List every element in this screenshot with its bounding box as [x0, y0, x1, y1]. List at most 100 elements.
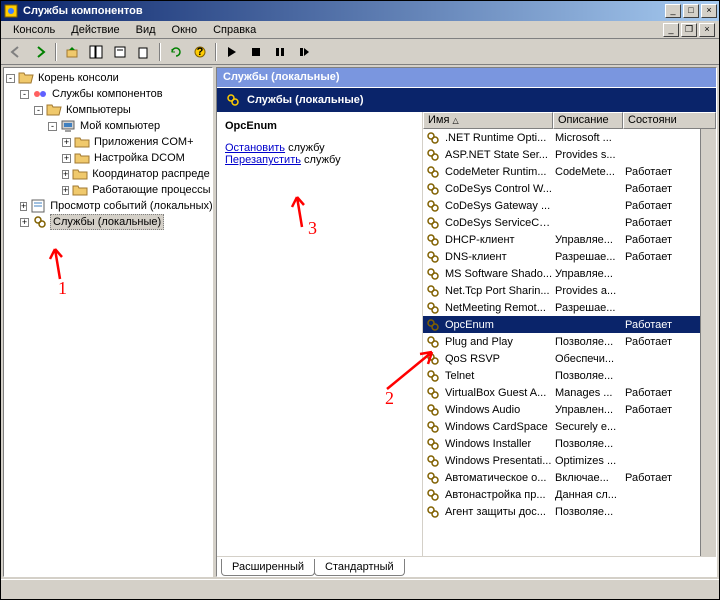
col-desc[interactable]: Описание [553, 112, 623, 129]
service-name: MS Software Shado... [443, 268, 553, 280]
maximize-button[interactable]: □ [683, 4, 699, 18]
service-row[interactable]: CoDeSys Control W...Работает [423, 180, 716, 197]
up-button[interactable] [61, 41, 83, 63]
menu-window[interactable]: Окно [164, 22, 206, 38]
menu-action[interactable]: Действие [63, 22, 127, 38]
stop-button[interactable] [245, 41, 267, 63]
service-name: Агент защиты дос... [443, 506, 553, 518]
service-row[interactable]: Windows InstallerПозволяе... [423, 435, 716, 452]
play-button[interactable] [221, 41, 243, 63]
tree-my-computer[interactable]: - Мой компьютер [6, 118, 210, 134]
service-name: DNS-клиент [443, 251, 553, 263]
tree-root[interactable]: - Корень консоли [6, 70, 210, 86]
service-name: Автоматическое о... [443, 472, 553, 484]
service-row[interactable]: Net.Tcp Port Sharin...Provides a... [423, 282, 716, 299]
service-state: Работает [623, 387, 683, 399]
service-row[interactable]: DNS-клиентРазрешае...Работает [423, 248, 716, 265]
tab-standard[interactable]: Стандартный [314, 559, 405, 576]
service-row[interactable]: CodeMeter Runtim...CodeMete...Работает [423, 163, 716, 180]
folder-icon [74, 134, 90, 150]
service-row[interactable]: ASP.NET State Ser...Provides s... [423, 146, 716, 163]
titlebar[interactable]: Службы компонентов _ □ × [1, 1, 719, 21]
service-row[interactable]: Plug and PlayПозволяе...Работает [423, 333, 716, 350]
service-row[interactable]: Windows CardSpaceSecurely e... [423, 418, 716, 435]
service-desc: Provides s... [553, 149, 623, 161]
tree-event-viewer[interactable]: + Просмотр событий (локальных) [6, 198, 210, 214]
scrollbar-vertical[interactable] [700, 129, 716, 556]
help-button[interactable]: ? [189, 41, 211, 63]
service-name: CodeMeter Runtim... [443, 166, 553, 178]
service-row[interactable]: Windows Presentati...Optimizes ... [423, 452, 716, 469]
twisty-icon[interactable]: + [62, 170, 69, 179]
properties-button[interactable] [109, 41, 131, 63]
menu-help[interactable]: Справка [205, 22, 264, 38]
computer-icon [60, 118, 76, 134]
tab-extended[interactable]: Расширенный [221, 559, 315, 576]
close-button[interactable]: × [701, 4, 717, 18]
list-body[interactable]: .NET Runtime Opti...Microsoft ...ASP.NET… [423, 129, 716, 556]
twisty-icon[interactable]: - [20, 90, 29, 99]
twisty-icon[interactable]: + [20, 218, 29, 227]
service-desc: Позволяе... [553, 506, 623, 518]
service-desc: Обеспечи... [553, 353, 623, 365]
service-row[interactable]: OpcEnumРаботает [423, 316, 716, 333]
service-name: Автонастройка пр... [443, 489, 553, 501]
component-icon [32, 86, 48, 102]
service-row[interactable]: DHCP-клиентУправляе...Работает [423, 231, 716, 248]
service-row[interactable]: CoDeSys Gateway ...Работает [423, 197, 716, 214]
tree-services-local[interactable]: + Службы (локальные) [6, 214, 210, 230]
service-row[interactable]: .NET Runtime Opti...Microsoft ... [423, 129, 716, 146]
service-row[interactable]: CoDeSys ServiceCo...Работает [423, 214, 716, 231]
service-name: QoS RSVP [443, 353, 553, 365]
refresh-button[interactable] [165, 41, 187, 63]
col-state[interactable]: Состояни [623, 112, 716, 129]
pause-button[interactable] [269, 41, 291, 63]
show-tree-button[interactable] [85, 41, 107, 63]
twisty-icon[interactable]: - [34, 106, 43, 115]
right-pane: Службы (локальные) Службы (локальные) Op… [216, 67, 717, 577]
service-row[interactable]: NetMeeting Remot...Разрешае... [423, 299, 716, 316]
service-desc: CodeMete... [553, 166, 623, 178]
mdi-close[interactable]: × [699, 23, 715, 37]
minimize-button[interactable]: _ [665, 4, 681, 18]
service-name: DHCP-клиент [443, 234, 553, 246]
restart-service-link[interactable]: Перезапустить [225, 154, 301, 166]
restart-button[interactable] [293, 41, 315, 63]
service-row[interactable]: QoS RSVPОбеспечи... [423, 350, 716, 367]
service-row[interactable]: Агент защиты дос...Позволяе... [423, 503, 716, 520]
service-row[interactable]: MS Software Shado...Управляе... [423, 265, 716, 282]
menu-console[interactable]: Консоль [5, 22, 63, 38]
folder-open-icon [46, 102, 62, 118]
twisty-icon[interactable]: - [48, 122, 57, 131]
mdi-minimize[interactable]: _ [663, 23, 679, 37]
tree-comp-services[interactable]: - Службы компонентов [6, 86, 210, 102]
twisty-icon[interactable]: + [62, 186, 69, 195]
twisty-icon[interactable]: + [20, 202, 27, 211]
twisty-icon[interactable]: - [6, 74, 15, 83]
service-row[interactable]: Windows AudioУправлен...Работает [423, 401, 716, 418]
menu-view[interactable]: Вид [128, 22, 164, 38]
service-row[interactable]: Автоматическое о...Включае...Работает [423, 469, 716, 486]
service-row[interactable]: Автонастройка пр...Данная сл... [423, 486, 716, 503]
service-desc: Позволяе... [553, 370, 623, 382]
tree-pane[interactable]: - Корень консоли - Службы компонентов - … [3, 67, 213, 577]
service-desc: Позволяе... [553, 336, 623, 348]
forward-button[interactable] [29, 41, 51, 63]
tree-dcom[interactable]: + Настройка DCOM [6, 150, 210, 166]
twisty-icon[interactable]: + [62, 154, 71, 163]
service-row[interactable]: VirtualBox Guest A...Manages ...Работает [423, 384, 716, 401]
tree-coord[interactable]: + Координатор распреде [6, 166, 210, 182]
twisty-icon[interactable]: + [62, 138, 71, 147]
toolbar: ? [1, 39, 719, 65]
tree-com-apps[interactable]: + Приложения COM+ [6, 134, 210, 150]
back-button[interactable] [5, 41, 27, 63]
service-desc: Управляе... [553, 268, 623, 280]
col-name[interactable]: Имя △ [423, 112, 553, 129]
service-row[interactable]: TelnetПозволяе... [423, 367, 716, 384]
tree-computers[interactable]: - Компьютеры [6, 102, 210, 118]
mdi-restore[interactable]: ❐ [681, 23, 697, 37]
tree-running[interactable]: + Работающие процессы [6, 182, 210, 198]
export-button[interactable] [133, 41, 155, 63]
stop-service-link[interactable]: Остановить [225, 142, 285, 154]
service-desc: Управляе... [553, 234, 623, 246]
